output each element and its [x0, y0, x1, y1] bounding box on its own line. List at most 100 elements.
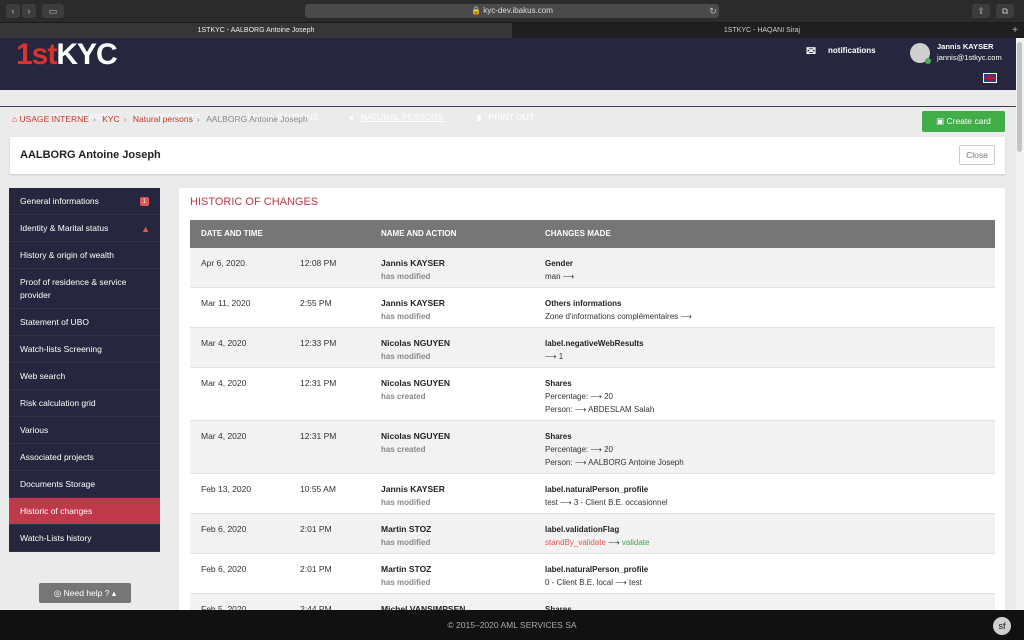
sidebar-item-label: Watch-Lists history	[20, 532, 92, 543]
sidebar-item-identity[interactable]: Identity & Marital status ▲	[9, 215, 160, 242]
row-field: Others informations	[545, 299, 622, 308]
need-help-button[interactable]: ◎ Need help ? ▴	[39, 583, 131, 603]
sidebar-item-proof-of-residence[interactable]: Proof of residence & service provider	[9, 269, 160, 309]
change-line: Person: ⟶ ABDESLAM Salah	[545, 403, 654, 416]
row-user-name: Michel VANSIMPSEN	[381, 604, 466, 610]
change-line: standBy_validate ⟶ validate	[545, 536, 649, 549]
share-icon[interactable]: ⇪	[972, 4, 990, 18]
sidebar-item-history-wealth[interactable]: History & origin of wealth	[9, 242, 160, 269]
warning-icon: ▲	[141, 224, 150, 234]
app-header: 1stKYC ✉ notifications Jannis KAYSER jann…	[0, 38, 1016, 122]
row-date: Mar 4, 2020	[201, 378, 247, 388]
row-date: Mar 11, 2020	[201, 298, 251, 308]
sidebar-item-label: Risk calculation grid	[20, 397, 96, 408]
new-value: 20	[604, 392, 613, 401]
person-card: AALBORG Antoine Joseph Close	[10, 137, 1005, 174]
arrow-right-icon: ⟶	[680, 312, 692, 321]
new-value: test	[628, 578, 642, 587]
breadcrumb-item[interactable]: KYC	[102, 114, 119, 124]
scrollbar-thumb[interactable]	[1017, 42, 1022, 152]
page-title: AALBORG Antoine Joseph	[20, 149, 161, 161]
sidebar-toggle-icon[interactable]: ▭	[42, 4, 64, 18]
nav-natural-persons[interactable]: ● NATURAL PERSONS	[349, 107, 444, 129]
forward-icon[interactable]: ›	[22, 4, 36, 18]
sidebar-item-documents-storage[interactable]: Documents Storage	[9, 471, 160, 498]
sidebar-item-general-informations[interactable]: General informations 1	[9, 188, 160, 215]
arrow-right-icon: ⟶	[615, 578, 627, 587]
row-time: 12:31 PM	[300, 431, 337, 441]
sidebar-item-label: Identity & Marital status	[20, 222, 109, 233]
arrow-right-icon: ⟶	[562, 272, 575, 281]
row-action: has modified	[381, 312, 431, 321]
row-field: Shares	[545, 605, 572, 610]
new-value: validate	[621, 538, 650, 547]
browser-tab[interactable]: 1STKYC - HAQANI Siraj	[512, 23, 1012, 38]
page-footer: © 2015–2020 AML SERVICES SA	[0, 610, 1024, 640]
change-line: Percentage: ⟶ 20	[545, 390, 654, 403]
caret-up-icon: ▴	[109, 588, 117, 598]
change-line: man ⟶	[545, 270, 574, 283]
row-date: Apr 6, 2020	[201, 258, 245, 268]
envelope-icon: ✉	[806, 44, 817, 58]
sidebar-item-historic-of-changes[interactable]: Historic of changes	[9, 498, 160, 525]
row-user-name: Martin STOZ	[381, 564, 432, 574]
tabs-overview-icon[interactable]: ⧉	[996, 4, 1014, 18]
close-button[interactable]: Close	[959, 145, 995, 165]
breadcrumb-item[interactable]: Natural persons	[133, 114, 193, 124]
row-field: label.validationFlag	[545, 525, 620, 534]
address-bar[interactable]: 🔒 kyc-dev.ibakus.com	[305, 4, 719, 18]
change-line: Zone d'informations complémentaires ⟶	[545, 310, 692, 323]
row-user-name: Nicolas NGUYEN	[381, 431, 450, 441]
arrow-right-icon: ⟶	[560, 498, 572, 507]
old-value: Zone d'informations complémentaires	[545, 312, 679, 321]
row-time: 2:55 PM	[300, 298, 332, 308]
row-field: Shares	[545, 379, 572, 388]
table-row: Feb 5, 2020 2:44 PM Michel VANSIMPSEN Share…	[190, 594, 995, 610]
notifications-button[interactable]: ✉ notifications	[806, 44, 876, 58]
row-field: label.naturalPerson_profile	[545, 485, 649, 494]
sidebar-item-risk-grid[interactable]: Risk calculation grid	[9, 390, 160, 417]
nav-print-out[interactable]: ▮ PRINT OUT	[477, 107, 534, 129]
row-time: 12:33 PM	[300, 338, 337, 348]
reload-icon[interactable]: ↻	[708, 4, 718, 18]
column-header: CHANGES MADE	[545, 229, 611, 238]
row-user-name: Jannis KAYSER	[381, 298, 445, 308]
change-line: test ⟶ 3 - Client B.E. occasionnel	[545, 496, 668, 509]
new-tab-icon[interactable]: +	[1012, 23, 1018, 38]
change-label: Percentage:	[545, 445, 589, 454]
language-flag-icon[interactable]	[983, 73, 997, 83]
sidebar-item-label: Web search	[20, 370, 66, 381]
sidebar-item-statement-ubo[interactable]: Statement of UBO	[9, 309, 160, 336]
browser-toolbar: ‹ › ▭ 🔒 kyc-dev.ibakus.com ↻ ⇪ ⧉	[0, 0, 1024, 23]
new-value: 20	[604, 445, 613, 454]
row-date: Feb 6, 2020	[201, 524, 247, 534]
sidebar-item-web-search[interactable]: Web search	[9, 363, 160, 390]
old-value: test	[545, 498, 558, 507]
sidebar-item-watch-lists-screening[interactable]: Watch-lists Screening	[9, 336, 160, 363]
home-icon[interactable]: ⌂	[12, 114, 17, 124]
table-row: Feb 6, 2020 2:01 PM Martin STOZ has modifie…	[190, 514, 995, 554]
row-action: has modified	[381, 498, 431, 507]
old-value: standBy_validate	[545, 538, 606, 547]
sidebar-item-label: Statement of UBO	[20, 316, 89, 327]
row-action: has modified	[381, 538, 431, 547]
breadcrumb-separator: ›	[92, 113, 96, 124]
breadcrumb-separator: ›	[123, 113, 127, 124]
row-date: Feb 5, 2020	[201, 604, 247, 610]
sidebar-item-associated-projects[interactable]: Associated projects	[9, 444, 160, 471]
back-icon[interactable]: ‹	[6, 4, 20, 18]
browser-tab-active[interactable]: 1STKYC - AALBORG Antoine Joseph	[0, 23, 512, 38]
notifications-label: notifications	[828, 46, 876, 56]
sidebar-item-label: Various	[20, 424, 49, 435]
tab-label: 1STKYC - HAQANI Siraj	[723, 27, 801, 34]
sidebar-item-watch-lists-history[interactable]: Watch-Lists history	[9, 525, 160, 552]
create-card-button[interactable]: ▣ Create card	[922, 111, 1005, 132]
breadcrumb-item[interactable]: USAGE INTERNE	[20, 114, 89, 124]
sidebar-item-various[interactable]: Various	[9, 417, 160, 444]
page-scrollbar[interactable]	[1016, 38, 1024, 610]
logo[interactable]: 1stKYC	[16, 38, 118, 71]
row-time: 10:55 AM	[300, 484, 336, 494]
count-badge: 1	[140, 197, 149, 206]
table-body: Apr 6, 2020 12:08 PM Jannis KAYSER has modi…	[190, 248, 995, 610]
debug-toolbar-icon[interactable]: sf	[993, 617, 1011, 635]
